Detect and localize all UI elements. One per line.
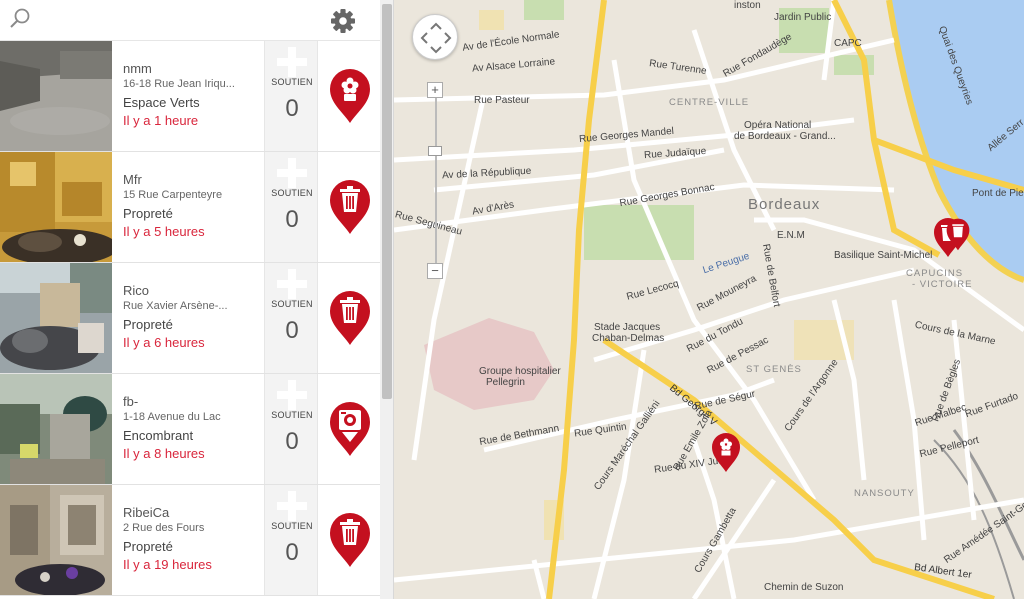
flower-icon [330,69,370,123]
report-photo [0,374,112,484]
report-time: Il y a 6 heures [123,335,205,350]
map-marker-trash[interactable] [945,216,971,252]
bulky-item-icon [330,402,370,456]
report-info: RibeiCa 2 Rue des Fours Propreté Il y a … [123,505,258,574]
report-time: Il y a 19 heures [123,557,212,572]
map-label: Pont de Pie [972,188,1024,199]
map-label: Rue Pasteur [474,95,530,106]
report-user: fb- [123,394,139,409]
zoom-out-button[interactable]: − [427,263,443,279]
map-label: Pellegrin [486,377,525,388]
report-category: Encombrant [123,428,194,443]
plus-icon [277,380,307,410]
support-count: 0 [285,206,299,233]
district-label: CENTRE-VILLE [669,97,750,108]
map-label: Basilique Saint-Michel [834,250,933,261]
zoom-in-button[interactable]: + [427,82,443,98]
report-item[interactable]: nmm 16-18 Rue Jean Iriqu... Espace Verts… [0,41,380,152]
district-label: CAPUCINS [906,268,964,279]
support-count: 0 [285,95,299,122]
city-map[interactable]: inston Jardin Public CAPC Av de l'École … [394,0,1024,599]
map-label: Stade Jacques [594,322,661,333]
map-label: Chemin de Suzon [764,582,844,593]
report-item[interactable]: RibeiCa 2 Rue des Fours Propreté Il y a … [0,485,380,596]
support-button[interactable]: SOUTIEN 0 [264,374,318,484]
report-photo [0,41,112,151]
trash-icon [330,291,370,345]
report-info: Rico Rue Xavier Arsène-... Propreté Il y… [123,283,258,352]
support-button[interactable]: SOUTIEN 0 [264,263,318,373]
map-label: de Bordeaux - Grand... [734,131,836,142]
support-button[interactable]: SOUTIEN 0 [264,152,318,262]
support-label: SOUTIEN [271,77,313,87]
report-list: nmm 16-18 Rue Jean Iriqu... Espace Verts… [0,41,380,599]
support-button[interactable]: SOUTIEN 0 [264,485,318,595]
report-photo [0,152,112,262]
report-info: nmm 16-18 Rue Jean Iriqu... Espace Verts… [123,61,258,130]
scrollbar-thumb[interactable] [382,4,392,399]
report-sidebar: nmm 16-18 Rue Jean Iriqu... Espace Verts… [0,0,394,599]
report-time: Il y a 8 heures [123,446,205,461]
sidebar-scrollbar[interactable] [380,0,393,599]
map-label: Opéra National [744,120,812,131]
report-user: Mfr [123,172,142,187]
report-info: Mfr 15 Rue Carpenteyre Propreté Il y a 5… [123,172,258,241]
report-item[interactable]: Mfr 15 Rue Carpenteyre Propreté Il y a 5… [0,152,380,263]
trash-icon [330,180,370,234]
plus-icon [277,158,307,188]
map-label: inston [734,0,761,11]
zoom-rail[interactable] [430,82,442,278]
report-photo [0,263,112,373]
pan-control[interactable] [412,14,458,60]
support-label: SOUTIEN [271,188,313,198]
search-icon[interactable] [8,6,34,32]
support-button[interactable]: SOUTIEN 0 [264,41,318,151]
support-label: SOUTIEN [271,521,313,531]
trash-icon [330,513,370,567]
city-label: Bordeaux [748,196,821,213]
gear-icon[interactable] [328,6,358,36]
report-user: RibeiCa [123,505,170,520]
support-count: 0 [285,428,299,455]
report-info: fb- 1-18 Avenue du Lac Encombrant Il y a… [123,394,258,463]
report-item[interactable]: fb- 1-18 Avenue du Lac Encombrant Il y a… [0,374,380,485]
report-category: Propreté [123,206,173,221]
report-address: Rue Xavier Arsène-... [123,300,228,312]
zoom-slider-handle[interactable] [428,146,442,156]
map-label: Chaban-Delmas [592,333,665,344]
report-photo [0,485,112,595]
plus-icon [277,47,307,77]
report-time: Il y a 5 heures [123,224,205,239]
pan-arrows-icon [420,22,452,54]
map-marker-flower[interactable] [710,431,742,473]
report-address: 1-18 Avenue du Lac [123,411,221,423]
map-label: Jardin Public [774,12,832,23]
report-time: Il y a 1 heure [123,113,199,128]
report-category: Propreté [123,317,173,332]
report-category: Espace Verts [123,95,200,110]
district-label: NANSOUTY [854,488,915,499]
sidebar-toolbar [0,0,380,41]
report-category: Propreté [123,539,173,554]
support-count: 0 [285,317,299,344]
plus-icon [277,491,307,521]
district-label: - VICTOIRE [912,279,973,290]
map-label: Groupe hospitalier [479,366,561,377]
district-label: ST GENÈS [746,364,802,375]
report-user: nmm [123,61,152,76]
report-address: 2 Rue des Fours [123,522,205,534]
map-label: E.N.M [777,230,805,241]
support-label: SOUTIEN [271,299,313,309]
report-address: 16-18 Rue Jean Iriqu... [123,78,235,90]
support-label: SOUTIEN [271,410,313,420]
support-count: 0 [285,539,299,566]
report-user: Rico [123,283,150,298]
report-item[interactable]: Rico Rue Xavier Arsène-... Propreté Il y… [0,263,380,374]
map-label: CAPC [834,38,862,49]
report-address: 15 Rue Carpenteyre [123,189,223,201]
plus-icon [277,269,307,299]
